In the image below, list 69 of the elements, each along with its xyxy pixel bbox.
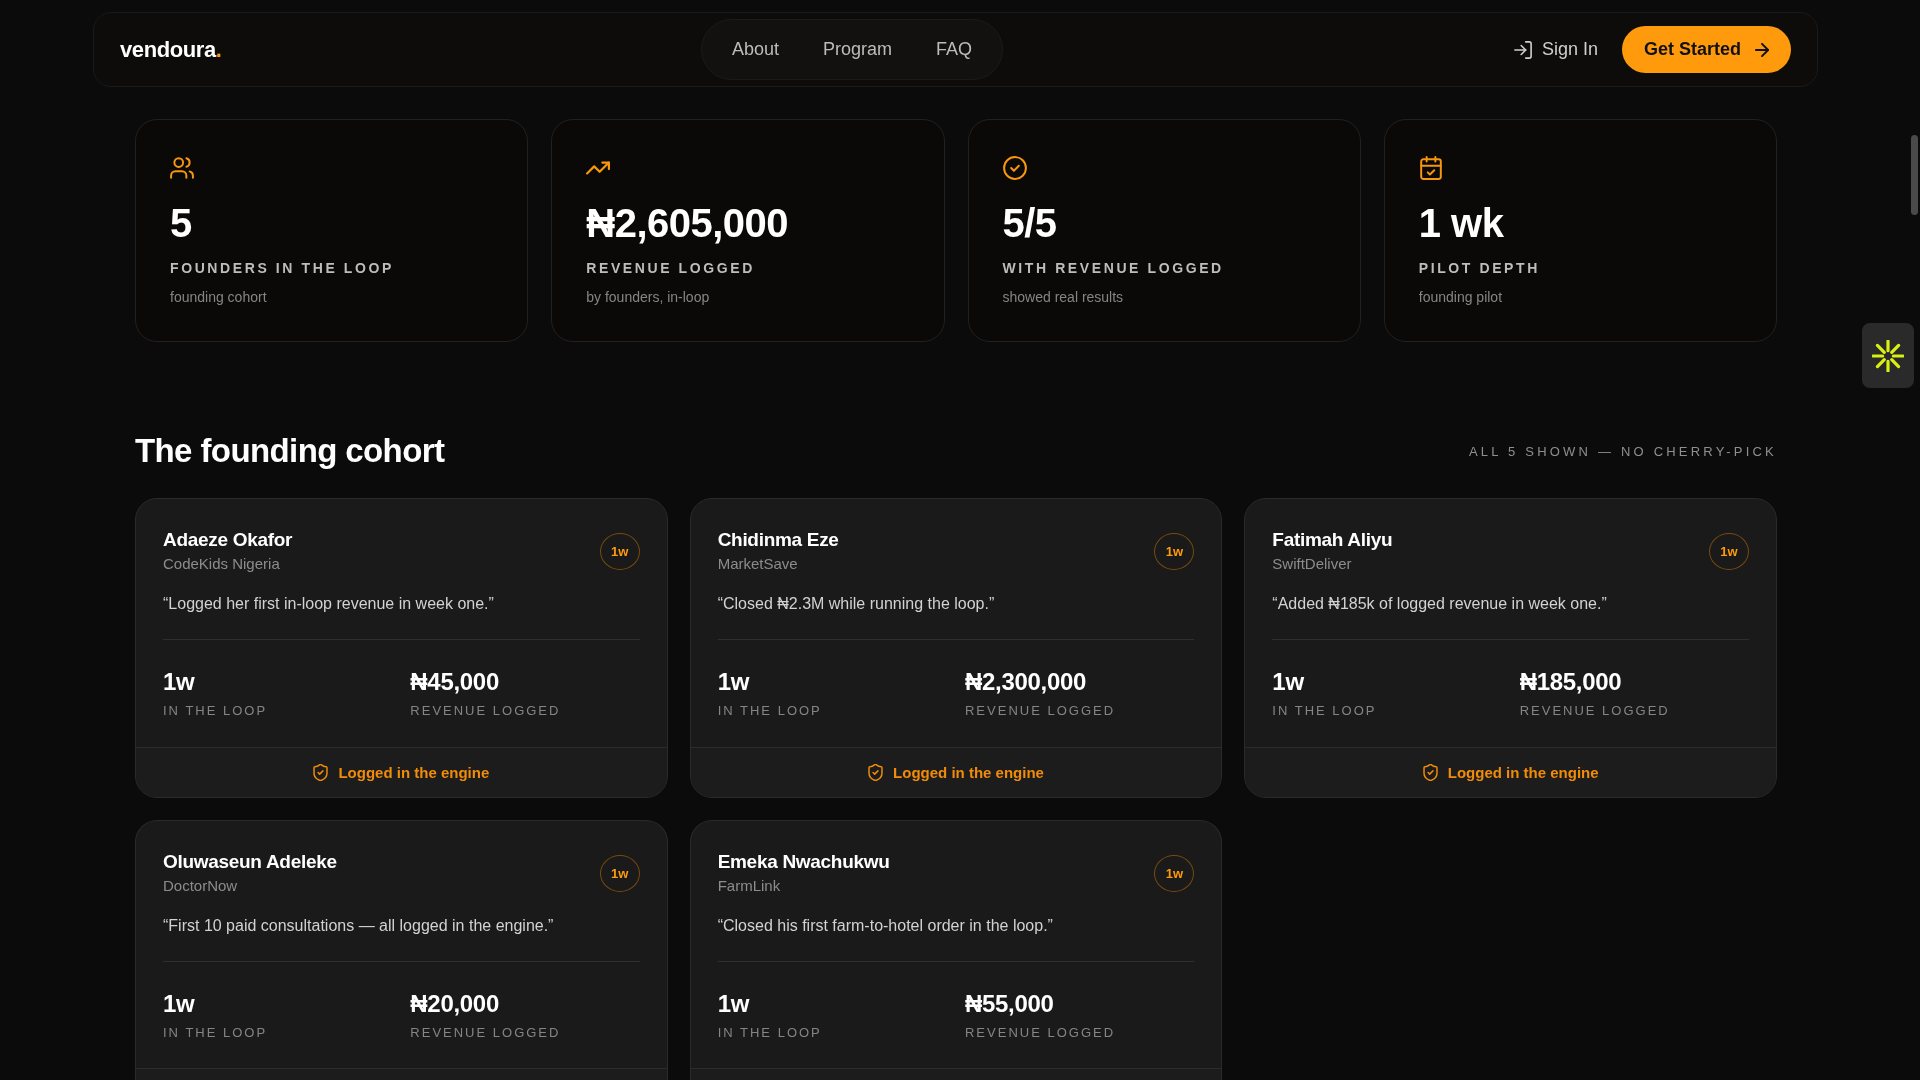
company-name: DoctorNow [163, 876, 239, 895]
company-name: SwiftDeliver [1272, 554, 1353, 573]
shield-check-icon [1422, 764, 1438, 781]
section-note: ALL 5 SHOWN — NO CHERRY-PICK [1469, 443, 1777, 459]
company-name: CodeKids Nigeria [163, 554, 281, 573]
sign-in-icon [1513, 40, 1532, 59]
stat-label: REVENUE LOGGED [586, 259, 755, 277]
engine-status-text: Logged in the engine [1447, 764, 1599, 781]
founder-name: Chidinma Eze [717, 528, 839, 552]
stat-caption: by founders, in-loop [586, 288, 710, 306]
assistant-button[interactable] [1862, 323, 1914, 388]
stat-caption: founding cohort [170, 288, 267, 306]
founder-name: Emeka Nwachukwu [717, 850, 890, 874]
company-name: FarmLink [717, 876, 782, 895]
stat-label: PILOT DEPTH [1418, 259, 1540, 277]
stat-label: REVENUE LOGGED [1519, 703, 1671, 719]
stat-value: 5/5 [1002, 201, 1057, 245]
stat-label: REVENUE LOGGED [965, 1025, 1117, 1041]
stat-label: IN THE LOOP [717, 703, 823, 719]
sign-in-link[interactable]: Sign In [1513, 39, 1598, 60]
founder-quote: “Closed his first farm-to-hotel order in the loop.” [717, 916, 1054, 936]
engine-status-text: Logged in the engine [338, 764, 490, 781]
stat-label: FOUNDERS IN THE LOOP [170, 259, 394, 277]
stat-caption: founding pilot [1418, 288, 1503, 306]
section-title: The founding cohort [135, 431, 445, 471]
stat-label: IN THE LOOP [1272, 703, 1378, 719]
stat-value: ₦55,000 [965, 990, 1055, 1018]
stat-caption: showed real results [1002, 288, 1124, 306]
founder-quote: “Added ₦185k of logged revenue in week one.” [1272, 594, 1608, 614]
founder-name: Oluwaseun Adeleke [163, 850, 337, 874]
stat-value: 1w [1272, 668, 1305, 696]
stat-value: 5 [170, 201, 192, 245]
stat-value: 1w [717, 990, 751, 1018]
stat-value: 1w [163, 668, 196, 696]
stat-value: ₦2,605,000 [586, 201, 789, 245]
stat-value: ₦45,000 [410, 668, 500, 696]
nav-link[interactable]: FAQ [936, 39, 973, 60]
stat-label: REVENUE LOGGED [410, 1025, 562, 1041]
founder-quote: “First 10 paid consultations — all logged in the engine.” [163, 916, 555, 936]
get-started-button[interactable]: Get Started [1621, 26, 1791, 73]
stat-value: ₦2,300,000 [965, 668, 1088, 696]
stat-value: 1w [717, 668, 751, 696]
stat-value: 1 wk [1418, 201, 1504, 245]
calendar-check-icon [1418, 156, 1443, 180]
founder-name: Adaeze Okafor [163, 528, 293, 552]
founder-quote: “Closed ₦2.3M while running the loop.” [717, 594, 996, 614]
people-icon [170, 156, 194, 180]
stat-label: IN THE LOOP [163, 703, 269, 719]
nav-link[interactable]: About [732, 39, 780, 60]
logo[interactable]: vendoura. [120, 36, 222, 63]
nav-link[interactable]: Program [823, 39, 893, 60]
arrow-right-icon [1755, 42, 1769, 57]
engine-status-text: Logged in the engine [893, 764, 1044, 781]
check-circle-icon [1002, 156, 1027, 180]
scrollbar-thumb[interactable] [1911, 135, 1918, 215]
stat-value: ₦185,000 [1519, 668, 1623, 696]
stat-label: REVENUE LOGGED [965, 703, 1117, 719]
shield-check-icon [868, 764, 884, 781]
stat-label: IN THE LOOP [717, 1025, 823, 1041]
company-name: MarketSave [717, 554, 799, 573]
stat-label: WITH REVENUE LOGGED [1002, 259, 1224, 277]
stat-label: REVENUE LOGGED [410, 703, 562, 719]
shield-check-icon [313, 764, 329, 781]
founder-name: Fatimah Aliyu [1272, 528, 1393, 552]
founder-quote: “Logged her first in-loop revenue in week one.” [163, 594, 495, 614]
stat-value: 1w [163, 990, 196, 1018]
stat-label: IN THE LOOP [163, 1025, 269, 1041]
stat-value: ₦20,000 [410, 990, 500, 1018]
asterisk-icon [1872, 339, 1904, 372]
